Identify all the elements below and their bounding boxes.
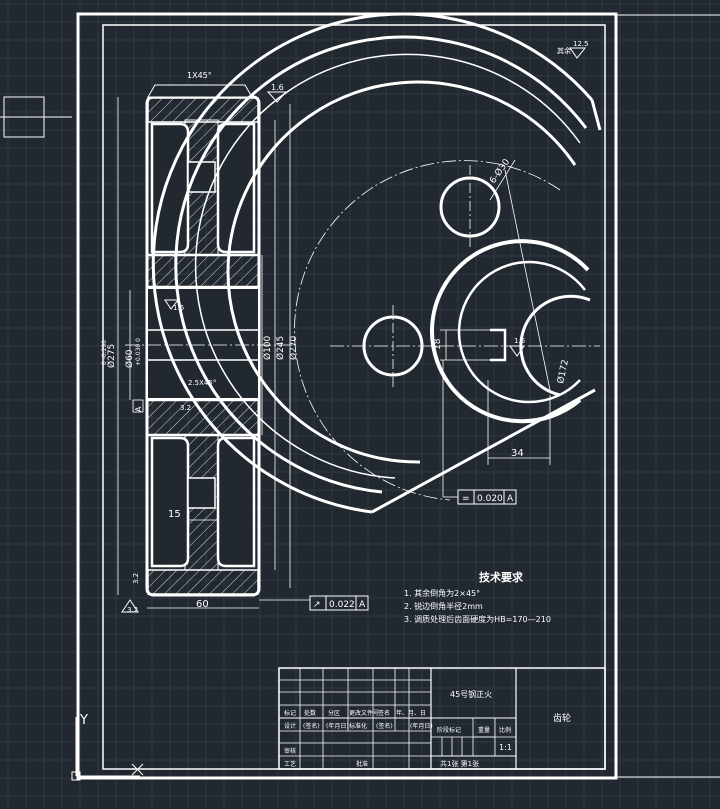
note-item-2: 2. 锐边倒角半径2mm [404, 601, 483, 611]
dim-34-label: 34 [511, 448, 524, 459]
dim-r172-label: Ø172 [555, 359, 571, 385]
roughness-top-label: 1.6 [271, 83, 284, 92]
hole-dim-label: 6-Ø30 [487, 157, 512, 186]
title-row-label-1: 标记 [284, 709, 296, 717]
title-col-header-1: 处数 [304, 709, 316, 717]
datum-a-label: A [134, 406, 143, 412]
title-row-label-4: 工艺 [284, 760, 296, 768]
title-col-header-5: 年、月、日 [396, 709, 426, 717]
keyway-tolerance-frame: = 0.020 A [457, 489, 517, 505]
title-approve-label: 批准 [356, 760, 368, 768]
note-item-1: 1. 其余倒角为2×45° [404, 588, 480, 598]
dim-d270-label: Ø270 [288, 335, 299, 360]
title-material: 45号钢正火 [450, 689, 492, 699]
title-row-label-3: 审核 [284, 747, 296, 755]
title-sign-cell-3: 标准化 [349, 722, 367, 730]
runout-symbol: ↗ [313, 600, 321, 610]
runout-value: 0.022 [329, 600, 355, 610]
title-ratio-label: 比例 [499, 726, 511, 734]
roughness-other-value: 12.5 [573, 40, 589, 48]
stray-rectangle [0, 96, 72, 138]
chamfer-top-label: 1X45° [187, 71, 212, 80]
background-grid [0, 0, 720, 809]
title-weight-label: 重量 [478, 726, 490, 734]
note-item-3: 3. 调质处理后齿面硬度为HB=170—210 [404, 614, 551, 624]
title-sheets: 共1张 第1张 [440, 759, 479, 768]
ucs-y-label: Y [79, 713, 88, 728]
dim-bore-label: Ø60 [124, 349, 135, 368]
title-stage-label: 阶段标记 [437, 726, 461, 734]
keyway-symbol: = [462, 494, 470, 504]
roughness-other-label: 其余 [557, 46, 571, 55]
dim-bore-tolerance: +0.030 0 [135, 338, 142, 366]
title-sign-cell-2: (年月日) [326, 722, 349, 730]
dim-d245-label: Ø245 [275, 336, 286, 360]
title-scale: 1:1 [499, 743, 512, 752]
title-col-header-2: 分区 [328, 709, 340, 717]
dim-width-label: 60 [196, 599, 209, 610]
title-col-header-3: 更改文件号 [349, 709, 379, 717]
keyway-value: 0.020 [477, 494, 503, 504]
title-part-name: 齿轮 [553, 712, 571, 724]
title-sign-cell-5: (年月日) [410, 722, 433, 730]
roughness-rim-left-label: 3.2 [132, 573, 140, 584]
roughness-hub-label: 3.2 [180, 404, 191, 412]
title-sign-cell-4: (签名) [376, 722, 393, 730]
cad-canvas[interactable]: 1X45° 1.6 Ø275 0 -0.290 Ø60 +0.030 0 Ø10… [0, 0, 720, 809]
dim-d100-label: Ø100 [262, 335, 273, 360]
title-sign-cell-1: (签名) [303, 722, 320, 730]
keyway-datum: A [507, 494, 514, 504]
dim-web-label: 15 [168, 509, 181, 520]
title-col-header-4: 签名 [378, 709, 390, 717]
notes-title: 技术要求 [479, 570, 524, 584]
dim-18-label: 18 [433, 338, 443, 350]
dim-outer-tolerance: 0 -0.290 [101, 340, 108, 365]
runout-datum: A [359, 600, 366, 610]
title-row-label-2: 设计 [284, 722, 296, 730]
roughness-keyway-label: 1.6 [514, 337, 526, 345]
